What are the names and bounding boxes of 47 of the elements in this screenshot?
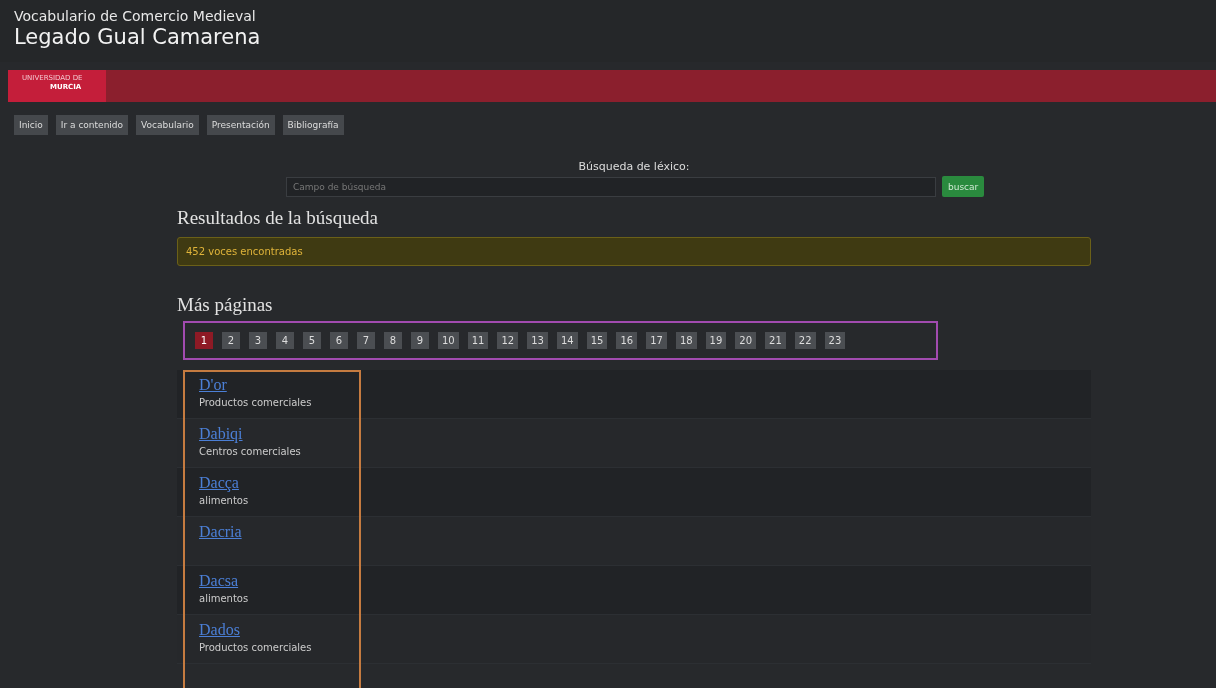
term-category: Productos comerciales <box>199 397 313 408</box>
page-button[interactable]: 16 <box>616 332 638 349</box>
term-category: alimentos <box>199 495 250 506</box>
page-button[interactable]: 2 <box>222 332 240 349</box>
term-link[interactable]: Dabiqi <box>199 425 1069 443</box>
search-field[interactable]: Campo de búsqueda <box>286 176 936 197</box>
page-button[interactable]: 10 <box>438 332 459 349</box>
page-button[interactable]: 19 <box>705 332 727 349</box>
page-button[interactable]: 22 <box>794 332 816 349</box>
term-category: alimentos <box>199 593 250 604</box>
site-title: Legado Gual Camarena <box>14 25 262 49</box>
page-button[interactable]: 4 <box>276 332 294 349</box>
page-button[interactable]: 8 <box>384 332 402 349</box>
nav-button[interactable]: Vocabulario <box>136 115 199 135</box>
page-button[interactable]: 13 <box>527 332 548 349</box>
page-button[interactable]: 7 <box>357 332 375 349</box>
page-button[interactable]: 20 <box>735 332 757 349</box>
search-button[interactable]: buscar <box>942 176 985 197</box>
page-button[interactable]: 3 <box>249 332 267 349</box>
nav-button[interactable]: Bibliografía <box>282 115 344 135</box>
results-alert: 452 voces encontradas <box>177 237 1091 266</box>
site-subtitle: Vocabulario de Comercio Medieval <box>14 8 257 24</box>
page-button[interactable]: 18 <box>675 332 697 349</box>
page-button[interactable]: 1 <box>195 332 213 349</box>
page-button[interactable]: 23 <box>824 332 846 349</box>
page-button[interactable]: 14 <box>556 332 578 349</box>
page-button[interactable]: 6 <box>330 332 348 349</box>
term-category: Productos comerciales <box>199 642 313 653</box>
page-button[interactable]: 5 <box>303 332 321 349</box>
results-heading: Resultados de la búsqueda <box>177 207 380 229</box>
nav-button[interactable]: Presentación <box>206 115 275 135</box>
term-link[interactable]: Dacria <box>199 523 1069 541</box>
term-link[interactable]: Dacça <box>199 474 1069 492</box>
page-button[interactable]: 9 <box>411 332 429 349</box>
page-button[interactable]: 21 <box>765 332 786 349</box>
search-label: Búsqueda de léxico: <box>577 160 691 173</box>
page-button[interactable]: 15 <box>586 332 608 349</box>
term-link[interactable]: Dados <box>199 621 1069 639</box>
term-category: Centros comerciales <box>199 446 302 457</box>
page-button[interactable]: 12 <box>497 332 519 349</box>
pages-heading: Más páginas <box>177 294 274 316</box>
nav-button[interactable]: Ir a contenido <box>55 115 129 135</box>
page-button[interactable]: 17 <box>646 332 667 349</box>
page-button[interactable]: 11 <box>467 332 489 349</box>
term-link[interactable]: Dacsa <box>199 572 1069 590</box>
nav-button[interactable]: Inicio <box>14 115 48 135</box>
term-link[interactable]: D'or <box>199 376 1069 394</box>
